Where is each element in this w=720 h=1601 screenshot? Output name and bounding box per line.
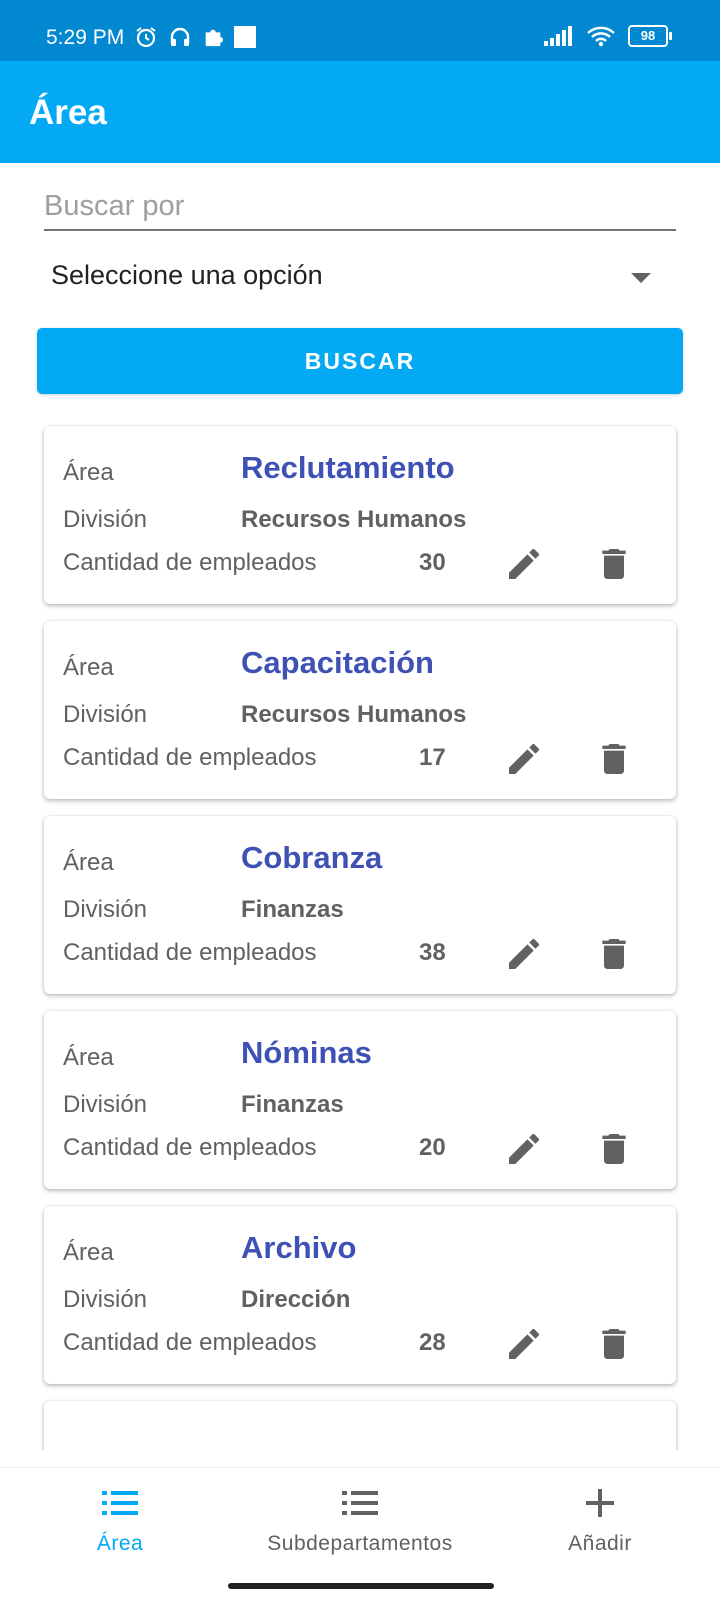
area-label: Área [63, 654, 114, 681]
nav-label-subdepartamentos: Subdepartamentos [267, 1532, 453, 1555]
area-name: Archivo [241, 1230, 357, 1265]
app-bar: Área [0, 61, 720, 163]
nav-item-area[interactable]: Área [40, 1468, 200, 1568]
employee-count: 28 [419, 1329, 446, 1356]
employee-count-label: Cantidad de empleados [63, 1329, 317, 1356]
list-icon [102, 1491, 138, 1515]
bottom-navigation: Área Subdepartamentos Añadir [0, 1467, 720, 1601]
division-label: División [63, 1091, 148, 1118]
area-name: Reclutamiento [241, 450, 455, 485]
division-label: División [63, 1286, 148, 1313]
select-label: Seleccione una opción [51, 260, 323, 290]
division-label: División [63, 701, 148, 728]
option-select[interactable]: Seleccione una opción [44, 255, 676, 301]
square-icon [234, 26, 256, 48]
list-icon [342, 1491, 378, 1515]
area-label: Área [63, 1239, 114, 1266]
area-label: Área [63, 459, 114, 486]
nav-item-add[interactable]: Añadir [520, 1468, 680, 1568]
division-name: Recursos Humanos [241, 701, 467, 728]
search-input[interactable] [44, 183, 676, 231]
division-label: División [63, 896, 148, 923]
employee-count-label: Cantidad de empleados [63, 549, 317, 576]
division-name: Recursos Humanos [241, 506, 467, 533]
area-name: Cobranza [241, 840, 383, 875]
edit-icon[interactable] [504, 934, 544, 974]
nav-label-add: Añadir [568, 1532, 632, 1555]
edit-icon[interactable] [504, 1129, 544, 1169]
area-label: Área [63, 1044, 114, 1071]
status-icons-right: 98 [544, 25, 672, 47]
signal-icon [544, 26, 572, 46]
employee-count-label: Cantidad de empleados [63, 1134, 317, 1161]
nav-item-subdepartamentos[interactable]: Subdepartamentos [240, 1468, 480, 1568]
nav-label-area: Área [96, 1532, 144, 1555]
area-card: Área Reclutamiento División Recursos Hum… [44, 426, 676, 604]
status-bar: 5:29 PM 98 [0, 0, 720, 61]
employee-count: 17 [419, 744, 446, 771]
headset-icon [170, 27, 190, 46]
delete-icon[interactable] [594, 934, 634, 974]
plus-icon [586, 1489, 614, 1517]
area-card: Área Cobranza División Finanzas Cantidad… [44, 816, 676, 994]
employee-count: 38 [419, 939, 446, 966]
wifi-icon [587, 26, 615, 47]
division-label: División [63, 506, 148, 533]
edit-icon[interactable] [504, 739, 544, 779]
battery-icon: 98 [628, 25, 672, 47]
alarm-icon [136, 27, 156, 48]
home-indicator[interactable] [228, 1583, 494, 1589]
division-name: Finanzas [241, 1091, 344, 1118]
area-card: Área Capacitación División Recursos Huma… [44, 621, 676, 799]
area-name: Capacitación [241, 645, 434, 680]
delete-icon[interactable] [594, 739, 634, 779]
puzzle-icon [205, 29, 224, 47]
status-time: 5:29 PM [46, 26, 125, 49]
page-title: Área [29, 93, 107, 132]
area-card: Área Archivo División Dirección Cantidad… [44, 1206, 676, 1384]
division-name: Dirección [241, 1286, 351, 1313]
employee-count: 20 [419, 1134, 446, 1161]
edit-icon[interactable] [504, 544, 544, 584]
division-name: Finanzas [241, 896, 344, 923]
employee-count: 30 [419, 549, 446, 576]
delete-icon[interactable] [594, 1324, 634, 1364]
edit-icon[interactable] [504, 1324, 544, 1364]
employee-count-label: Cantidad de empleados [63, 939, 317, 966]
delete-icon[interactable] [594, 1129, 634, 1169]
area-card: Área Nóminas División Finanzas Cantidad … [44, 1011, 676, 1189]
status-icons-left [134, 25, 256, 49]
area-card-partial [44, 1401, 676, 1450]
area-list[interactable]: Área Reclutamiento División Recursos Hum… [0, 420, 720, 1450]
area-label: Área [63, 849, 114, 876]
area-name: Nóminas [241, 1035, 372, 1070]
employee-count-label: Cantidad de empleados [63, 744, 317, 771]
delete-icon[interactable] [594, 544, 634, 584]
search-button[interactable]: BUSCAR [37, 328, 683, 394]
caret-down-icon [631, 273, 651, 283]
